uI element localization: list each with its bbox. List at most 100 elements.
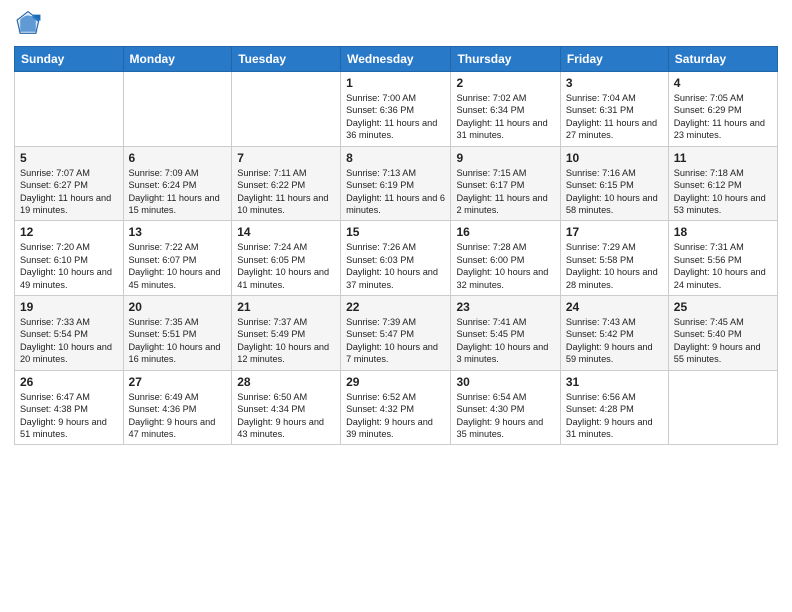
day-info: Sunrise: 6:54 AM Sunset: 4:30 PM Dayligh… bbox=[456, 391, 554, 441]
day-number: 17 bbox=[566, 225, 663, 239]
day-info: Sunrise: 7:24 AM Sunset: 6:05 PM Dayligh… bbox=[237, 241, 335, 291]
calendar-row: 19 Sunrise: 7:33 AM Sunset: 5:54 PM Dayli… bbox=[15, 296, 778, 371]
logo bbox=[14, 10, 47, 38]
day-number: 16 bbox=[456, 225, 554, 239]
calendar-cell: 11Sunrise: 7:18 AM Sunset: 6:12 PM Dayli… bbox=[668, 146, 777, 221]
calendar-cell: 17 Sunrise: 7:29 AM Sunset: 5:58 PM Dayli… bbox=[560, 221, 668, 296]
day-info: Sunrise: 7:09 AM Sunset: 6:24 PM Dayligh… bbox=[129, 167, 227, 217]
day-number: 23 bbox=[456, 300, 554, 314]
weekday-header: Sunday bbox=[15, 47, 124, 72]
calendar-cell: 10 Sunrise: 7:16 AM Sunset: 6:15 PM Dayli… bbox=[560, 146, 668, 221]
day-number: 14 bbox=[237, 225, 335, 239]
calendar-header: SundayMondayTuesdayWednesdayThursdayFrid… bbox=[15, 47, 778, 72]
day-info: Sunrise: 7:37 AM Sunset: 5:49 PM Dayligh… bbox=[237, 316, 335, 366]
calendar-cell: 8 Sunrise: 7:13 AM Sunset: 6:19 PM Daylig… bbox=[341, 146, 451, 221]
day-number: 22 bbox=[346, 300, 445, 314]
weekday-header: Friday bbox=[560, 47, 668, 72]
calendar-table: SundayMondayTuesdayWednesdayThursdayFrid… bbox=[14, 46, 778, 445]
day-number: 30 bbox=[456, 375, 554, 389]
day-info: Sunrise: 7:07 AM Sunset: 6:27 PM Dayligh… bbox=[20, 167, 118, 217]
day-info: Sunrise: 7:28 AM Sunset: 6:00 PM Dayligh… bbox=[456, 241, 554, 291]
day-number: 25 bbox=[674, 300, 772, 314]
day-number: 4 bbox=[674, 76, 772, 90]
calendar-cell: 5 Sunrise: 7:07 AM Sunset: 6:27 PM Daylig… bbox=[15, 146, 124, 221]
day-info: Sunrise: 7:39 AM Sunset: 5:47 PM Dayligh… bbox=[346, 316, 445, 366]
calendar-cell bbox=[15, 72, 124, 147]
calendar-cell: 27 Sunrise: 6:49 AM Sunset: 4:36 PM Dayli… bbox=[123, 370, 232, 445]
day-number: 27 bbox=[129, 375, 227, 389]
calendar-row: 26Sunrise: 6:47 AM Sunset: 4:38 PM Dayli… bbox=[15, 370, 778, 445]
weekday-header: Tuesday bbox=[232, 47, 341, 72]
day-number: 1 bbox=[346, 76, 445, 90]
calendar-cell: 22 Sunrise: 7:39 AM Sunset: 5:47 PM Dayli… bbox=[341, 296, 451, 371]
calendar-cell bbox=[668, 370, 777, 445]
calendar-cell: 24Sunrise: 7:43 AM Sunset: 5:42 PM Dayli… bbox=[560, 296, 668, 371]
calendar-cell: 12Sunrise: 7:20 AM Sunset: 6:10 PM Dayli… bbox=[15, 221, 124, 296]
calendar-body: 1 Sunrise: 7:00 AM Sunset: 6:36 PM Daylig… bbox=[15, 72, 778, 445]
day-info: Sunrise: 7:20 AM Sunset: 6:10 PM Dayligh… bbox=[20, 241, 118, 291]
calendar-cell: 4 Sunrise: 7:05 AM Sunset: 6:29 PM Daylig… bbox=[668, 72, 777, 147]
day-number: 20 bbox=[129, 300, 227, 314]
day-info: Sunrise: 7:15 AM Sunset: 6:17 PM Dayligh… bbox=[456, 167, 554, 217]
day-info: Sunrise: 7:22 AM Sunset: 6:07 PM Dayligh… bbox=[129, 241, 227, 291]
day-info: Sunrise: 7:11 AM Sunset: 6:22 PM Dayligh… bbox=[237, 167, 335, 217]
day-number: 2 bbox=[456, 76, 554, 90]
calendar-cell: 21 Sunrise: 7:37 AM Sunset: 5:49 PM Dayli… bbox=[232, 296, 341, 371]
calendar-cell: 6 Sunrise: 7:09 AM Sunset: 6:24 PM Daylig… bbox=[123, 146, 232, 221]
day-number: 10 bbox=[566, 151, 663, 165]
day-info: Sunrise: 7:26 AM Sunset: 6:03 PM Dayligh… bbox=[346, 241, 445, 291]
calendar-cell: 14 Sunrise: 7:24 AM Sunset: 6:05 PM Dayli… bbox=[232, 221, 341, 296]
day-info: Sunrise: 7:02 AM Sunset: 6:34 PM Dayligh… bbox=[456, 92, 554, 142]
day-info: Sunrise: 6:52 AM Sunset: 4:32 PM Dayligh… bbox=[346, 391, 445, 441]
calendar-cell bbox=[232, 72, 341, 147]
calendar-cell: 23 Sunrise: 7:41 AM Sunset: 5:45 PM Dayli… bbox=[451, 296, 560, 371]
day-info: Sunrise: 7:43 AM Sunset: 5:42 PM Dayligh… bbox=[566, 316, 663, 366]
day-number: 5 bbox=[20, 151, 118, 165]
calendar-cell: 19 Sunrise: 7:33 AM Sunset: 5:54 PM Dayli… bbox=[15, 296, 124, 371]
day-number: 21 bbox=[237, 300, 335, 314]
calendar-cell: 7 Sunrise: 7:11 AM Sunset: 6:22 PM Daylig… bbox=[232, 146, 341, 221]
weekday-header: Thursday bbox=[451, 47, 560, 72]
day-info: Sunrise: 6:50 AM Sunset: 4:34 PM Dayligh… bbox=[237, 391, 335, 441]
day-number: 18 bbox=[674, 225, 772, 239]
weekday-header: Saturday bbox=[668, 47, 777, 72]
weekday-header: Monday bbox=[123, 47, 232, 72]
calendar-cell: 30 Sunrise: 6:54 AM Sunset: 4:30 PM Dayli… bbox=[451, 370, 560, 445]
logo-icon bbox=[14, 10, 42, 38]
weekday-row: SundayMondayTuesdayWednesdayThursdayFrid… bbox=[15, 47, 778, 72]
calendar-cell: 20Sunrise: 7:35 AM Sunset: 5:51 PM Dayli… bbox=[123, 296, 232, 371]
day-number: 29 bbox=[346, 375, 445, 389]
calendar-cell: 18 Sunrise: 7:31 AM Sunset: 5:56 PM Dayli… bbox=[668, 221, 777, 296]
day-number: 28 bbox=[237, 375, 335, 389]
day-number: 6 bbox=[129, 151, 227, 165]
day-info: Sunrise: 7:00 AM Sunset: 6:36 PM Dayligh… bbox=[346, 92, 445, 142]
day-number: 8 bbox=[346, 151, 445, 165]
calendar-row: 1 Sunrise: 7:00 AM Sunset: 6:36 PM Daylig… bbox=[15, 72, 778, 147]
calendar-cell: 26Sunrise: 6:47 AM Sunset: 4:38 PM Dayli… bbox=[15, 370, 124, 445]
calendar-cell: 31Sunrise: 6:56 AM Sunset: 4:28 PM Dayli… bbox=[560, 370, 668, 445]
page: SundayMondayTuesdayWednesdayThursdayFrid… bbox=[0, 0, 792, 612]
day-number: 9 bbox=[456, 151, 554, 165]
day-number: 7 bbox=[237, 151, 335, 165]
day-number: 13 bbox=[129, 225, 227, 239]
header bbox=[14, 10, 778, 38]
day-info: Sunrise: 7:33 AM Sunset: 5:54 PM Dayligh… bbox=[20, 316, 118, 366]
calendar-row: 5 Sunrise: 7:07 AM Sunset: 6:27 PM Daylig… bbox=[15, 146, 778, 221]
day-info: Sunrise: 6:56 AM Sunset: 4:28 PM Dayligh… bbox=[566, 391, 663, 441]
day-info: Sunrise: 7:41 AM Sunset: 5:45 PM Dayligh… bbox=[456, 316, 554, 366]
day-info: Sunrise: 7:29 AM Sunset: 5:58 PM Dayligh… bbox=[566, 241, 663, 291]
calendar-cell: 3Sunrise: 7:04 AM Sunset: 6:31 PM Daylig… bbox=[560, 72, 668, 147]
day-info: Sunrise: 6:49 AM Sunset: 4:36 PM Dayligh… bbox=[129, 391, 227, 441]
day-info: Sunrise: 7:31 AM Sunset: 5:56 PM Dayligh… bbox=[674, 241, 772, 291]
day-number: 26 bbox=[20, 375, 118, 389]
day-number: 19 bbox=[20, 300, 118, 314]
calendar-cell: 15Sunrise: 7:26 AM Sunset: 6:03 PM Dayli… bbox=[341, 221, 451, 296]
calendar-cell: 2 Sunrise: 7:02 AM Sunset: 6:34 PM Daylig… bbox=[451, 72, 560, 147]
day-info: Sunrise: 7:05 AM Sunset: 6:29 PM Dayligh… bbox=[674, 92, 772, 142]
calendar-cell: 29 Sunrise: 6:52 AM Sunset: 4:32 PM Dayli… bbox=[341, 370, 451, 445]
calendar-cell bbox=[123, 72, 232, 147]
day-info: Sunrise: 7:13 AM Sunset: 6:19 PM Dayligh… bbox=[346, 167, 445, 217]
weekday-header: Wednesday bbox=[341, 47, 451, 72]
calendar-cell: 28 Sunrise: 6:50 AM Sunset: 4:34 PM Dayli… bbox=[232, 370, 341, 445]
day-info: Sunrise: 7:16 AM Sunset: 6:15 PM Dayligh… bbox=[566, 167, 663, 217]
